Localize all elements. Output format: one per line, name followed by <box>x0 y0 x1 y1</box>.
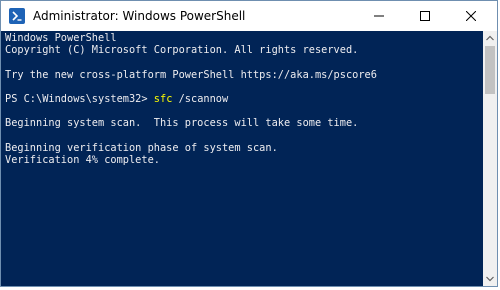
title-bar[interactable]: Administrator: Windows PowerShell <box>1 1 497 31</box>
console-line: Copyright (C) Microsoft Corporation. All… <box>5 44 359 57</box>
console-output[interactable]: Windows PowerShell Copyright (C) Microso… <box>1 31 483 286</box>
vertical-scrollbar[interactable] <box>483 31 497 286</box>
scroll-up-button[interactable] <box>483 31 497 45</box>
prompt-line: PS C:\Windows\system32> sfc /scannow <box>5 93 483 105</box>
close-icon <box>466 11 476 21</box>
scroll-down-button[interactable] <box>483 272 497 286</box>
scroll-thumb[interactable] <box>485 46 495 94</box>
maximize-icon <box>420 11 430 21</box>
console-line: Windows PowerShell <box>5 32 117 44</box>
console-line: Try the new cross-platform PowerShell ht… <box>5 68 377 81</box>
prompt-text: PS C:\Windows\system32> <box>5 92 154 105</box>
maximize-button[interactable] <box>402 1 448 31</box>
minimize-button[interactable] <box>356 1 402 31</box>
close-button[interactable] <box>448 1 494 31</box>
chevron-up-icon <box>486 35 494 41</box>
minimize-icon <box>374 15 384 17</box>
powershell-window: Administrator: Windows PowerShell Window… <box>0 0 498 287</box>
console-line: Verification 4% complete. <box>5 153 160 166</box>
powershell-icon[interactable] <box>9 8 25 24</box>
console-line: Beginning verification phase of system s… <box>5 141 278 154</box>
window-title: Administrator: Windows PowerShell <box>33 9 246 23</box>
chevron-down-icon <box>486 276 494 282</box>
console-line: Beginning system scan. This process will… <box>5 117 359 130</box>
command-name: sfc <box>153 92 173 105</box>
command-args: /scannow <box>172 92 229 105</box>
